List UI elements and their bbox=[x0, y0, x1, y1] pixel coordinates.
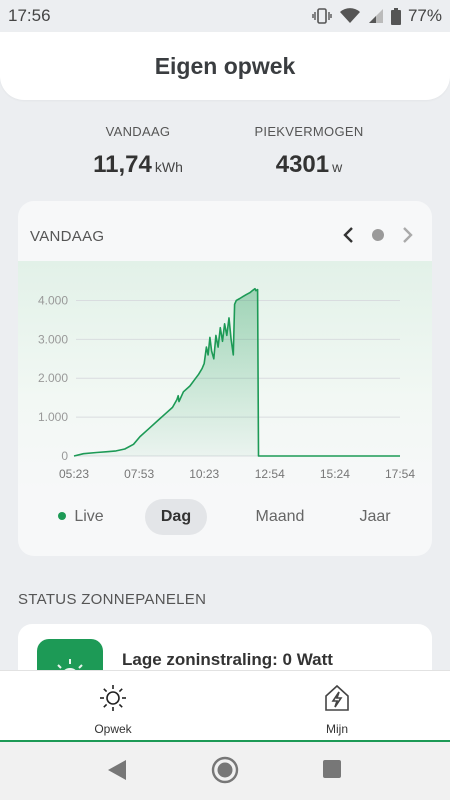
series-area bbox=[74, 288, 400, 456]
x-tick-label: 17:54 bbox=[385, 467, 415, 481]
system-nav-bar bbox=[0, 742, 450, 800]
recents-icon[interactable] bbox=[322, 759, 342, 779]
stat-peak-unit: w bbox=[332, 159, 343, 175]
tab-live[interactable]: Live bbox=[46, 499, 116, 535]
x-tick-label: 15:24 bbox=[320, 467, 350, 481]
chart-card-title: VANDAAG bbox=[30, 228, 105, 245]
current-day-dot[interactable] bbox=[372, 229, 384, 241]
page-title: Eigen opwek bbox=[154, 52, 296, 79]
status-section-title: STATUS ZONNEPANELEN bbox=[18, 591, 207, 608]
nav-mijn[interactable]: Mijn bbox=[292, 683, 382, 736]
back-icon[interactable] bbox=[106, 758, 128, 782]
tab-dag-label: Dag bbox=[160, 508, 192, 525]
vibrate-icon bbox=[312, 8, 332, 24]
chart-nav bbox=[338, 225, 418, 245]
nav-opwek[interactable]: Opwek bbox=[68, 683, 158, 736]
nav-opwek-label: Opwek bbox=[94, 722, 132, 736]
home-icon[interactable] bbox=[211, 756, 239, 784]
stat-peak-value: 4301 w bbox=[229, 151, 389, 179]
sun-icon bbox=[100, 685, 126, 711]
tab-live-label: Live bbox=[74, 508, 104, 525]
y-tick-label: 2.000 bbox=[38, 371, 68, 385]
stats-row: VANDAAG 11,74 kWh PIEKVERMOGEN 4301 w bbox=[0, 124, 450, 184]
stat-today-value: 11,74 kWh bbox=[58, 151, 218, 179]
y-tick-label: 0 bbox=[61, 449, 68, 463]
stat-peak: PIEKVERMOGEN 4301 w bbox=[229, 124, 389, 179]
status-message: Lage zoninstraling: 0 Watt bbox=[122, 650, 333, 669]
status-time: 17:56 bbox=[8, 6, 51, 25]
chevron-left-icon[interactable] bbox=[338, 225, 358, 245]
house-lightning-icon bbox=[325, 684, 349, 711]
stat-today: VANDAAG 11,74 kWh bbox=[58, 124, 218, 179]
x-tick-label: 10:23 bbox=[189, 467, 219, 481]
x-tick-label: 07:53 bbox=[124, 467, 154, 481]
period-tabs: Live Dag Maand Jaar bbox=[18, 499, 432, 537]
wifi-icon bbox=[339, 8, 360, 23]
y-tick-label: 3.000 bbox=[38, 332, 68, 346]
battery-percent: 77% bbox=[407, 6, 442, 25]
x-tick-label: 12:54 bbox=[255, 467, 285, 481]
chevron-right-icon[interactable] bbox=[398, 225, 418, 245]
stat-peak-label: PIEKVERMOGEN bbox=[254, 124, 364, 139]
stat-today-unit: kWh bbox=[154, 159, 183, 175]
stat-peak-number: 4301 bbox=[275, 151, 330, 178]
nav-mijn-label: Mijn bbox=[325, 722, 348, 736]
y-tick-label: 1.000 bbox=[38, 410, 68, 424]
bottom-nav: Opwek Mijn bbox=[0, 670, 450, 743]
tab-maand[interactable]: Maand bbox=[236, 499, 324, 535]
battery-icon bbox=[390, 7, 401, 25]
tab-jaar[interactable]: Jaar bbox=[344, 499, 406, 535]
status-icons: 77% bbox=[312, 6, 442, 26]
x-tick-label: 05:23 bbox=[59, 467, 89, 481]
tab-jaar-label: Jaar bbox=[359, 508, 391, 525]
tab-maand-label: Maand bbox=[255, 508, 305, 525]
status-bar: 17:56 77% bbox=[0, 0, 450, 32]
chart-card: VANDAAG 0 1.000 2.000 3.000 4.000 05:23 07:53 1… bbox=[18, 201, 432, 556]
header: Eigen opwek bbox=[0, 32, 450, 100]
chart-svg: 0 1.000 2.000 3.000 4.000 05:23 07:53 10:23 12:5… bbox=[38, 287, 415, 481]
tab-dag[interactable]: Dag bbox=[145, 499, 207, 535]
stat-today-label: VANDAAG bbox=[105, 124, 171, 139]
y-tick-label: 4.000 bbox=[38, 293, 68, 307]
live-dot bbox=[58, 511, 67, 520]
stat-today-number: 11,74 bbox=[93, 151, 152, 178]
signal-icon bbox=[368, 9, 383, 23]
chart-area: 0 1.000 2.000 3.000 4.000 05:23 07:53 10:23 12:5… bbox=[18, 261, 432, 491]
